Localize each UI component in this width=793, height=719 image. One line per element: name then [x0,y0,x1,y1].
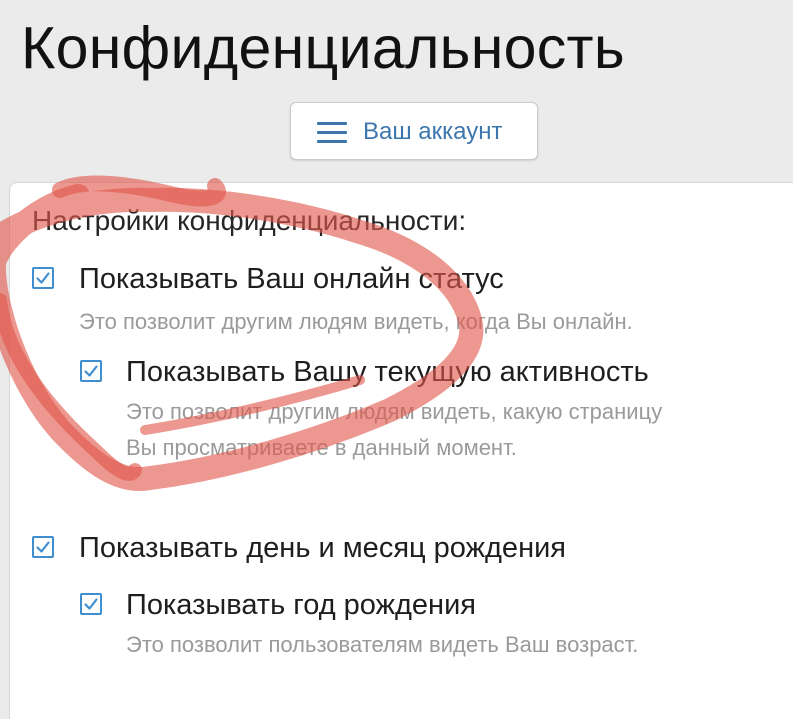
your-account-button[interactable]: Ваш аккаунт [290,102,538,160]
birth-day-month-checkbox[interactable] [32,536,54,558]
current-activity-description-line2: Вы просматриваете в данный момент. [126,435,517,460]
birth-day-month-label[interactable]: Показывать день и месяц рождения [79,530,566,566]
checkmark-icon [36,541,50,553]
birth-year-checkbox[interactable] [80,593,102,615]
current-activity-label[interactable]: Показывать Вашу текущую активность [126,354,649,390]
current-activity-checkbox[interactable] [80,360,102,382]
checkmark-icon [36,272,50,284]
your-account-label: Ваш аккаунт [363,118,503,145]
current-activity-description-line1: Это позволит другим людям видеть, какую … [126,399,663,424]
online-status-label[interactable]: Показывать Ваш онлайн статус [79,261,504,297]
birth-year-label[interactable]: Показывать год рождения [126,587,476,623]
online-status-description: Это позволит другим людям видеть, когда … [79,309,633,334]
menu-icon [317,120,347,144]
privacy-settings-page: Конфиденциальность Ваш аккаунт Настройки… [0,0,793,719]
online-status-checkbox[interactable] [32,267,54,289]
privacy-settings-heading: Настройки конфиденциальности: [32,205,467,236]
page-title: Конфиденциальность [21,15,625,81]
checkmark-icon [84,365,98,377]
checkmark-icon [84,598,98,610]
birth-year-description: Это позволит пользователям видеть Ваш во… [126,632,639,657]
